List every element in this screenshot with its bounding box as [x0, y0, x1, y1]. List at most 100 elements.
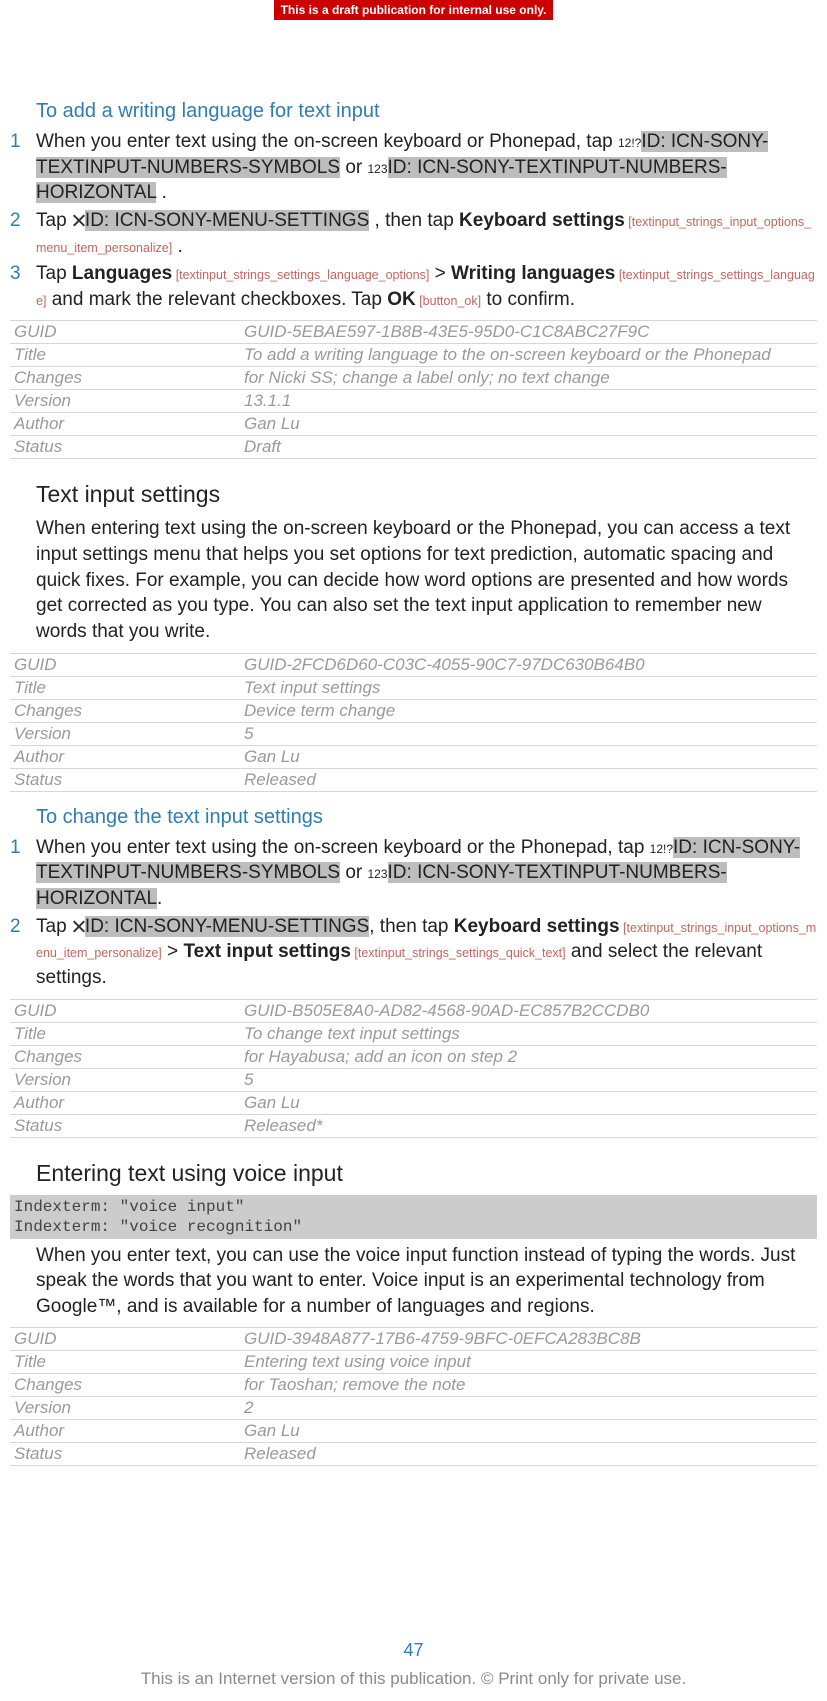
footer-note: This is an Internet version of this publ…	[0, 1669, 827, 1689]
meta-value: GUID-2FCD6D60-C03C-4055-90C7-97DC630B64B…	[240, 653, 817, 676]
text: , then tap	[369, 916, 454, 937]
heading-add-writing-language: To add a writing language for text input	[36, 100, 817, 123]
keyboard-settings-label: Keyboard settings	[459, 210, 625, 231]
meta-value: Entering text using voice input	[240, 1351, 817, 1374]
meta-label: Status	[10, 436, 240, 459]
meta-label: Author	[10, 745, 240, 768]
icon-id-menu-settings: ID: ICN-SONY-MENU-SETTINGS	[85, 210, 369, 231]
indexterm-block: Indexterm: "voice input" Indexterm: "voi…	[10, 1195, 817, 1239]
meta-value: for Nicki SS; change a label only; no te…	[240, 367, 817, 390]
meta-value: for Hayabusa; add an icon on step 2	[240, 1045, 817, 1068]
meta-label: Version	[10, 722, 240, 745]
step-body: When you enter text using the on-screen …	[36, 835, 817, 912]
meta-label: Title	[10, 1022, 240, 1045]
meta-value: Gan Lu	[240, 413, 817, 436]
indexterm-line: Indexterm: "voice recognition"	[14, 1217, 813, 1237]
meta-value: GUID-B505E8A0-AD82-4568-90AD-EC857B2CCDB…	[240, 999, 817, 1022]
numbers-symbols-icon: 12!?	[650, 842, 673, 856]
meta-value: Released	[240, 768, 817, 791]
text: Tap	[36, 916, 72, 937]
step-body: When you enter text using the on-screen …	[36, 129, 817, 206]
draft-banner: This is a draft publication for internal…	[274, 0, 554, 20]
numbers-horizontal-icon: 123	[368, 867, 388, 881]
text: or	[340, 862, 367, 883]
steps-list-1: 1 When you enter text using the on-scree…	[10, 129, 817, 312]
meta-label: GUID	[10, 1328, 240, 1351]
meta-label: Version	[10, 390, 240, 413]
numbers-horizontal-icon: 123	[368, 162, 388, 176]
step-number: 2	[10, 208, 36, 234]
step-body: Tap ID: ICN-SONY-MENU-SETTINGS, then tap…	[36, 914, 817, 991]
meta-value: Device term change	[240, 699, 817, 722]
meta-value: GUID-3948A877-17B6-4759-9BFC-0EFCA283BC8…	[240, 1328, 817, 1351]
steps-list-3: 1 When you enter text using the on-scree…	[10, 835, 817, 991]
meta-label: Version	[10, 1397, 240, 1420]
page-number: 47	[0, 1640, 827, 1661]
meta-value: 5	[240, 1068, 817, 1091]
meta-value: Gan Lu	[240, 1420, 817, 1443]
meta-label: Changes	[10, 367, 240, 390]
meta-value: To change text input settings	[240, 1022, 817, 1045]
meta-label: Status	[10, 768, 240, 791]
meta-value: for Taoshan; remove the note	[240, 1374, 817, 1397]
meta-label: Changes	[10, 699, 240, 722]
meta-value: Gan Lu	[240, 745, 817, 768]
text: Tap	[36, 210, 72, 231]
meta-value: To add a writing language to the on-scre…	[240, 344, 817, 367]
meta-value: 5	[240, 722, 817, 745]
text: >	[162, 941, 184, 962]
keyboard-settings-label: Keyboard settings	[454, 916, 620, 937]
numbers-symbols-icon: 12!?	[618, 136, 641, 150]
text: .	[172, 236, 183, 257]
text: , then tap	[369, 210, 459, 231]
meta-value: Draft	[240, 436, 817, 459]
menu-settings-icon	[72, 920, 85, 933]
meta-label: Version	[10, 1068, 240, 1091]
text: or	[340, 157, 367, 178]
text: and mark the relevant checkboxes. Tap	[46, 289, 387, 310]
meta-label: GUID	[10, 999, 240, 1022]
meta-label: GUID	[10, 653, 240, 676]
meta-value: Text input settings	[240, 676, 817, 699]
languages-label: Languages	[72, 263, 172, 284]
meta-table-4: GUIDGUID-3948A877-17B6-4759-9BFC-0EFCA28…	[10, 1327, 817, 1466]
text: .	[157, 888, 162, 909]
meta-label: Status	[10, 1114, 240, 1137]
heading-change-text-input-settings: To change the text input settings	[36, 806, 817, 829]
meta-label: Changes	[10, 1374, 240, 1397]
meta-label: GUID	[10, 321, 240, 344]
page-content: To add a writing language for text input…	[0, 100, 827, 1466]
paragraph: When you enter text, you can use the voi…	[36, 1243, 807, 1320]
meta-label: Author	[10, 413, 240, 436]
step-number: 1	[10, 835, 36, 861]
text: Tap	[36, 263, 72, 284]
meta-value: Gan Lu	[240, 1091, 817, 1114]
meta-label: Title	[10, 1351, 240, 1374]
text: to confirm.	[481, 289, 575, 310]
meta-value: Released	[240, 1443, 817, 1466]
meta-value: 2	[240, 1397, 817, 1420]
ref-id: [textinput_strings_settings_language_opt…	[172, 268, 429, 282]
text-input-settings-label: Text input settings	[183, 941, 350, 962]
step-number: 2	[10, 914, 36, 940]
step-number: 1	[10, 129, 36, 155]
ref-id: [button_ok]	[416, 294, 481, 308]
meta-label: Author	[10, 1091, 240, 1114]
meta-value: 13.1.1	[240, 390, 817, 413]
text: When you enter text using the on-screen …	[36, 131, 618, 152]
ok-label: OK	[387, 289, 416, 310]
menu-settings-icon	[72, 214, 85, 227]
text: When you enter text using the on-screen …	[36, 837, 650, 858]
text: .	[156, 182, 167, 203]
indexterm-line: Indexterm: "voice input"	[14, 1197, 813, 1217]
meta-label: Author	[10, 1420, 240, 1443]
meta-label: Title	[10, 676, 240, 699]
meta-label: Title	[10, 344, 240, 367]
meta-value: Released*	[240, 1114, 817, 1137]
heading-text-input-settings: Text input settings	[36, 481, 817, 508]
meta-label: Status	[10, 1443, 240, 1466]
icon-id-menu-settings: ID: ICN-SONY-MENU-SETTINGS	[85, 916, 369, 937]
step-body: Tap ID: ICN-SONY-MENU-SETTINGS , then ta…	[36, 208, 817, 259]
step-body: Tap Languages [textinput_strings_setting…	[36, 261, 817, 312]
meta-value: GUID-5EBAE597-1B8B-43E5-95D0-C1C8ABC27F9…	[240, 321, 817, 344]
